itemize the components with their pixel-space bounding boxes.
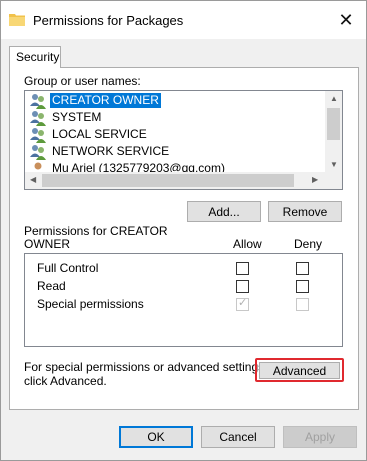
user-listbox[interactable]: CREATOR OWNER SYSTEM LOCAL SERVICE NETWORK … — [24, 90, 343, 190]
scroll-up-icon[interactable]: ▲ — [330, 95, 338, 103]
permission-name: Special permissions — [37, 297, 144, 311]
permissions-label-line2: OWNER — [24, 237, 70, 251]
remove-button[interactable]: Remove — [268, 201, 342, 222]
ok-button[interactable]: OK — [119, 426, 193, 448]
user-list-item[interactable]: SYSTEM — [27, 109, 323, 126]
user-list-item-label: NETWORK SERVICE — [52, 144, 170, 158]
user-list-item-label: CREATOR OWNER — [50, 93, 161, 108]
user-list-item[interactable]: NETWORK SERVICE — [27, 143, 323, 160]
user-group-icon — [30, 144, 46, 160]
advanced-button[interactable]: Advanced — [259, 362, 340, 379]
scroll-left-icon[interactable]: ◀ — [30, 176, 36, 184]
vertical-scroll-thumb[interactable] — [327, 108, 340, 140]
permissions-label-line1: Permissions for CREATOR — [24, 224, 168, 238]
deny-checkbox[interactable] — [296, 298, 309, 311]
user-list-item[interactable]: CREATOR OWNER — [27, 92, 323, 109]
apply-button[interactable]: Apply — [283, 426, 357, 448]
user-list-item-label: LOCAL SERVICE — [52, 127, 147, 141]
deny-column-header: Deny — [294, 237, 323, 251]
advanced-info-line1: For special permissions or advanced sett… — [24, 360, 268, 374]
allow-checkbox[interactable] — [236, 280, 249, 293]
allow-checkbox[interactable] — [236, 262, 249, 275]
checkmark-icon: ✓ — [238, 297, 248, 309]
scrollbar-corner — [325, 172, 342, 189]
user-list-item-label: SYSTEM — [52, 110, 102, 124]
allow-column-header: Allow — [233, 237, 262, 251]
permissions-dialog: Permissions for Packages ✕ Security Grou… — [0, 0, 367, 461]
cancel-button[interactable]: Cancel — [201, 426, 275, 448]
permissions-list: Full Control Read Special permissions ✓ — [24, 253, 343, 347]
add-button[interactable]: Add... — [187, 201, 261, 222]
permission-name: Read — [37, 279, 66, 293]
folder-icon — [9, 14, 25, 26]
group-or-user-names-label: Group or user names: — [24, 74, 141, 88]
allow-checkbox[interactable]: ✓ — [236, 297, 249, 311]
tab-security[interactable]: Security — [9, 46, 61, 68]
window-title: Permissions for Packages — [33, 13, 184, 28]
permission-name: Full Control — [37, 261, 99, 275]
deny-checkbox[interactable] — [296, 262, 309, 275]
user-group-icon — [30, 93, 46, 109]
user-list-item[interactable]: LOCAL SERVICE — [27, 126, 323, 143]
user-group-icon — [30, 110, 46, 126]
close-icon: ✕ — [338, 9, 354, 30]
close-button[interactable]: ✕ — [334, 7, 358, 33]
deny-checkbox[interactable] — [296, 280, 309, 293]
horizontal-scroll-thumb[interactable] — [42, 174, 294, 187]
scroll-right-icon[interactable]: ▶ — [312, 176, 318, 184]
advanced-info-line2: click Advanced. — [24, 374, 107, 388]
horizontal-scrollbar[interactable]: ◀ ▶ — [25, 172, 325, 189]
scroll-down-icon[interactable]: ▼ — [330, 161, 338, 169]
advanced-info-text: For special permissions or advanced sett… — [24, 360, 267, 388]
title-bar: Permissions for Packages ✕ — [1, 1, 366, 39]
security-panel: Group or user names: CREATOR OWNER SYSTEM… — [9, 67, 359, 410]
user-group-icon — [30, 127, 46, 143]
vertical-scrollbar[interactable]: ▲ ▼ — [325, 91, 342, 173]
